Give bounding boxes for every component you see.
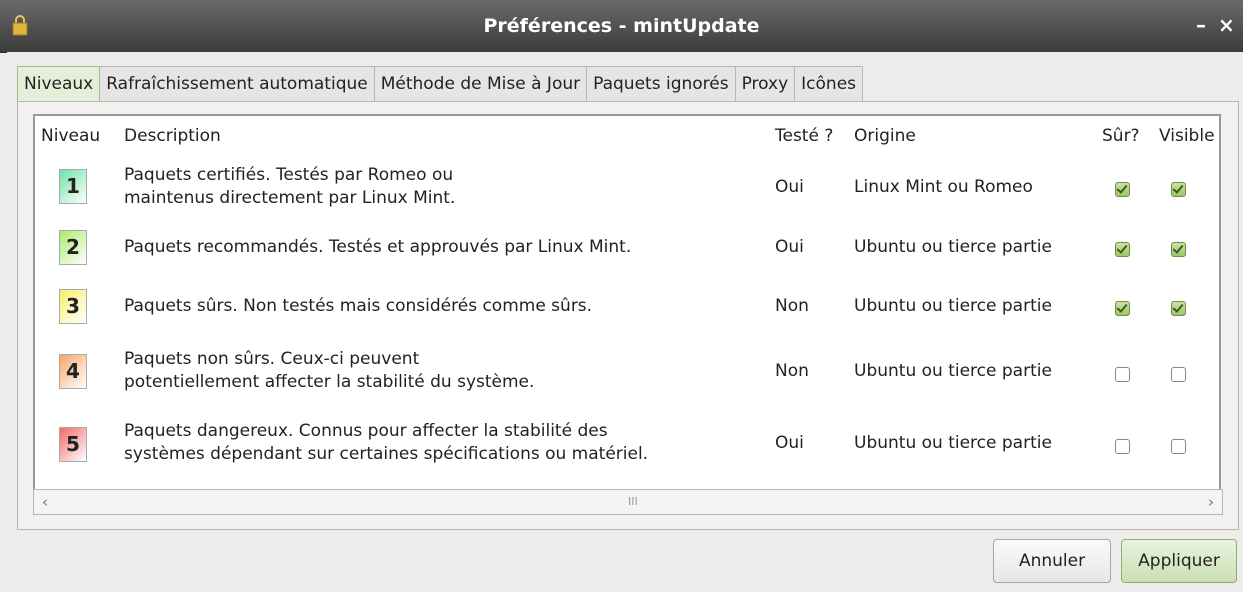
tab-bar: Niveaux Rafraîchissement automatique Mét… xyxy=(17,66,864,102)
window-title: Préférences - mintUpdate xyxy=(483,15,760,37)
origin-cell: Linux Mint ou Romeo xyxy=(854,177,1033,197)
tab-proxy[interactable]: Proxy xyxy=(734,66,796,101)
column-header-level[interactable]: Niveau xyxy=(41,121,100,151)
visible-checkbox[interactable] xyxy=(1171,301,1186,316)
visible-checkbox[interactable] xyxy=(1171,182,1186,197)
tab-refresh[interactable]: Rafraîchissement automatique xyxy=(99,66,375,101)
table-row[interactable]: 5 Paquets dangereux. Connus pour affecte… xyxy=(35,412,1219,480)
level-badge: 2 xyxy=(59,230,87,265)
description-cell: Paquets certifiés. Testés par Romeo ou m… xyxy=(124,165,456,208)
level-badge: 4 xyxy=(59,354,87,389)
tested-cell: Oui xyxy=(775,237,804,257)
level-badge: 3 xyxy=(59,289,87,324)
safe-checkbox[interactable] xyxy=(1115,182,1130,197)
tested-cell: Oui xyxy=(775,433,804,453)
column-header-visible[interactable]: Visible xyxy=(1159,121,1215,151)
table-row[interactable]: 2 Paquets recommandés. Testés et approuv… xyxy=(35,224,1219,272)
visible-checkbox[interactable] xyxy=(1171,242,1186,257)
description-cell: Paquets non sûrs. Ceux-ci peuvent potent… xyxy=(124,349,535,392)
level-badge: 1 xyxy=(59,169,87,204)
horizontal-scrollbar[interactable]: ‹ III › xyxy=(33,489,1223,515)
visible-checkbox[interactable] xyxy=(1171,367,1186,382)
title-bar: Préférences - mintUpdate – × xyxy=(0,0,1243,53)
visible-checkbox[interactable] xyxy=(1171,439,1186,454)
column-header-origin[interactable]: Origine xyxy=(854,121,916,151)
origin-cell: Ubuntu ou tierce partie xyxy=(854,296,1052,316)
levels-list[interactable]: Niveau Description Testé ? Origine Sûr? … xyxy=(33,114,1221,493)
tested-cell: Non xyxy=(775,296,809,316)
safe-checkbox[interactable] xyxy=(1115,301,1130,316)
tested-cell: Non xyxy=(775,361,809,381)
tab-update-method[interactable]: Méthode de Mise à Jour xyxy=(373,66,588,101)
cancel-button[interactable]: Annuler xyxy=(993,539,1111,583)
column-header-safe[interactable]: Sûr? xyxy=(1102,121,1140,151)
table-row[interactable]: 1 Paquets certifiés. Testés par Romeo ou… xyxy=(35,156,1219,220)
column-header-description[interactable]: Description xyxy=(124,121,221,151)
table-row[interactable]: 3 Paquets sûrs. Non testés mais considér… xyxy=(35,283,1219,331)
scroll-right-icon[interactable]: › xyxy=(1200,490,1222,514)
minimize-button[interactable]: – xyxy=(1196,12,1206,38)
safe-checkbox[interactable] xyxy=(1115,367,1130,382)
tab-niveaux[interactable]: Niveaux xyxy=(17,66,101,101)
tab-icons[interactable]: Icônes xyxy=(794,66,864,101)
description-cell: Paquets recommandés. Testés et approuvés… xyxy=(124,237,632,257)
apply-button[interactable]: Appliquer xyxy=(1121,539,1237,583)
origin-cell: Ubuntu ou tierce partie xyxy=(854,361,1052,381)
description-cell: Paquets dangereux. Connus pour affecter … xyxy=(124,421,649,464)
origin-cell: Ubuntu ou tierce partie xyxy=(854,433,1052,453)
level-badge: 5 xyxy=(59,427,87,462)
safe-checkbox[interactable] xyxy=(1115,439,1130,454)
table-row[interactable]: 4 Paquets non sûrs. Ceux-ci peuvent pote… xyxy=(35,340,1219,404)
origin-cell: Ubuntu ou tierce partie xyxy=(854,237,1052,257)
tab-ignored-packages[interactable]: Paquets ignorés xyxy=(586,66,736,101)
description-cell: Paquets sûrs. Non testés mais considérés… xyxy=(124,296,593,316)
scroll-left-icon[interactable]: ‹ xyxy=(34,490,56,514)
tested-cell: Oui xyxy=(775,177,804,197)
safe-checkbox[interactable] xyxy=(1115,242,1130,257)
scroll-grip-icon[interactable]: III xyxy=(628,490,638,514)
close-button[interactable]: × xyxy=(1218,12,1235,38)
column-header-tested[interactable]: Testé ? xyxy=(775,121,833,151)
